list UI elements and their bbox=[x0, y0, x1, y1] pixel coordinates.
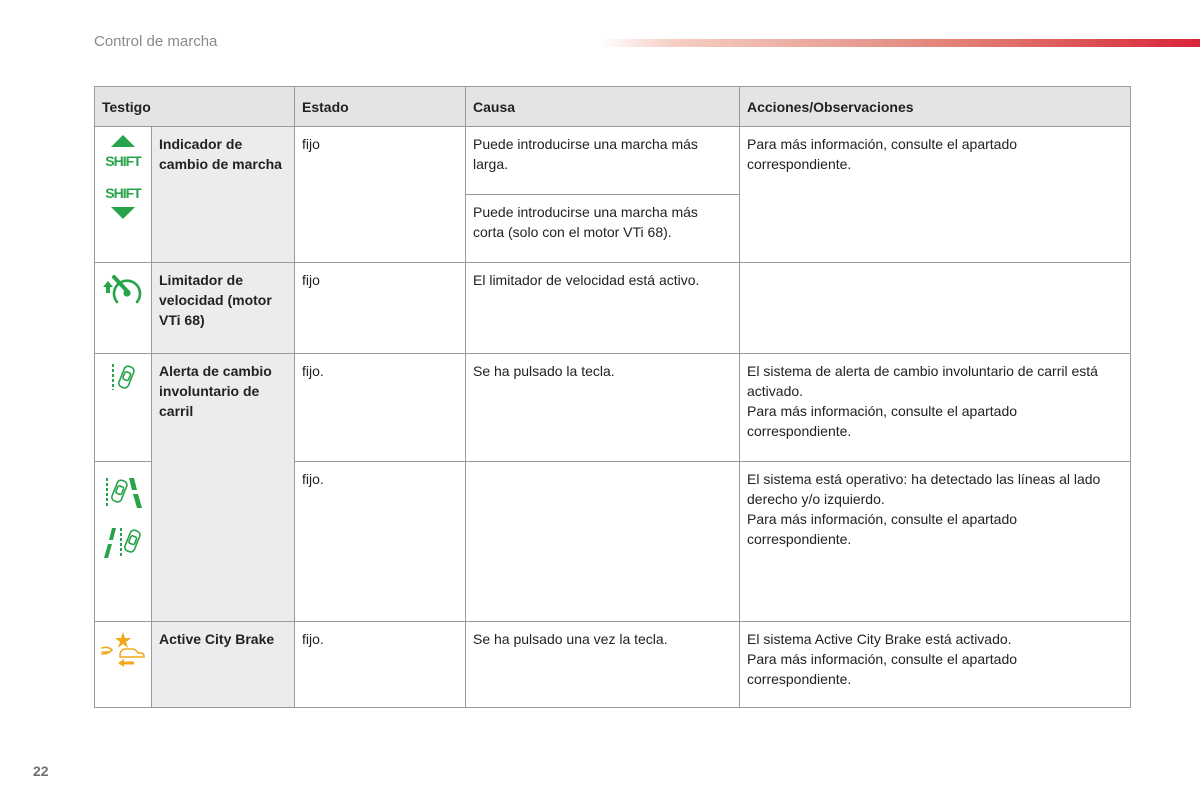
estado-cell: fijo. bbox=[294, 461, 466, 622]
table-header-row: Testigo Estado Causa Acciones/Observacio… bbox=[94, 86, 1131, 127]
section-title: Control de marcha bbox=[94, 33, 218, 50]
page-number: 22 bbox=[33, 763, 49, 779]
shift-up-label: SHIFT bbox=[105, 153, 141, 169]
causa-cell: Se ha pulsado una vez la tecla. bbox=[465, 621, 740, 708]
lane-departure-icon bbox=[112, 364, 135, 390]
arrow-up-icon bbox=[111, 135, 135, 147]
icon-cell bbox=[94, 461, 152, 622]
acciones-cell: El sistema de alerta de cambio involunta… bbox=[739, 353, 1131, 462]
column-header-causa: Causa bbox=[465, 86, 740, 127]
causa-cell: Puede introducirse una marcha más larga. bbox=[465, 126, 740, 195]
column-header-acciones: Acciones/Observaciones bbox=[739, 86, 1131, 127]
header-accent-bar bbox=[600, 39, 1200, 47]
speed-limiter-icon bbox=[103, 275, 142, 304]
icon-cell bbox=[94, 262, 152, 354]
table-row: Active City Brake fijo. Se ha pulsado un… bbox=[94, 621, 1131, 708]
acciones-cell bbox=[739, 262, 1131, 354]
table-row: Alerta de cambio involuntario de carril … bbox=[94, 353, 1131, 622]
column-header-estado: Estado bbox=[294, 86, 466, 127]
witness-name: Indicador de cambio de marcha bbox=[151, 126, 295, 263]
witness-name: Active City Brake bbox=[151, 621, 295, 708]
icon-cell: SHIFT SHIFT bbox=[94, 126, 152, 263]
shift-down-label: SHIFT bbox=[105, 185, 141, 201]
witness-name: Limitador de velocidad (motor VTi 68) bbox=[151, 262, 295, 354]
estado-cell: fijo. bbox=[294, 621, 466, 708]
active-city-brake-icon bbox=[101, 632, 145, 667]
causa-cell: Puede introducirse una marcha más corta … bbox=[465, 194, 740, 263]
icon-cell bbox=[94, 621, 152, 708]
lane-detected-right-icon bbox=[106, 478, 142, 508]
estado-cell: fijo. bbox=[294, 353, 466, 462]
witness-name: Alerta de cambio involuntario de carril bbox=[151, 353, 295, 622]
lane-detected-left-icon bbox=[104, 528, 141, 558]
icon-cell bbox=[94, 353, 152, 462]
arrow-down-icon bbox=[111, 207, 135, 219]
estado-cell: fijo bbox=[294, 126, 466, 263]
table-row: SHIFT SHIFT Indicador de cambio de march… bbox=[94, 126, 1131, 263]
shift-up-down-icon: SHIFT SHIFT bbox=[97, 135, 149, 219]
warning-lights-table: Testigo Estado Causa Acciones/Observacio… bbox=[94, 86, 1131, 708]
column-header-testigo: Testigo bbox=[94, 86, 295, 127]
causa-cell: Se ha pulsado la tecla. bbox=[465, 353, 740, 462]
table-row: Limitador de velocidad (motor VTi 68) fi… bbox=[94, 262, 1131, 354]
causa-cell: El limitador de velocidad está activo. bbox=[465, 262, 740, 354]
acciones-cell: El sistema está operativo: ha detectado … bbox=[739, 461, 1131, 622]
acciones-cell: El sistema Active City Brake está activa… bbox=[739, 621, 1131, 708]
estado-cell: fijo bbox=[294, 262, 466, 354]
acciones-cell: Para más información, consulte el aparta… bbox=[739, 126, 1131, 263]
causa-cell bbox=[465, 461, 740, 622]
